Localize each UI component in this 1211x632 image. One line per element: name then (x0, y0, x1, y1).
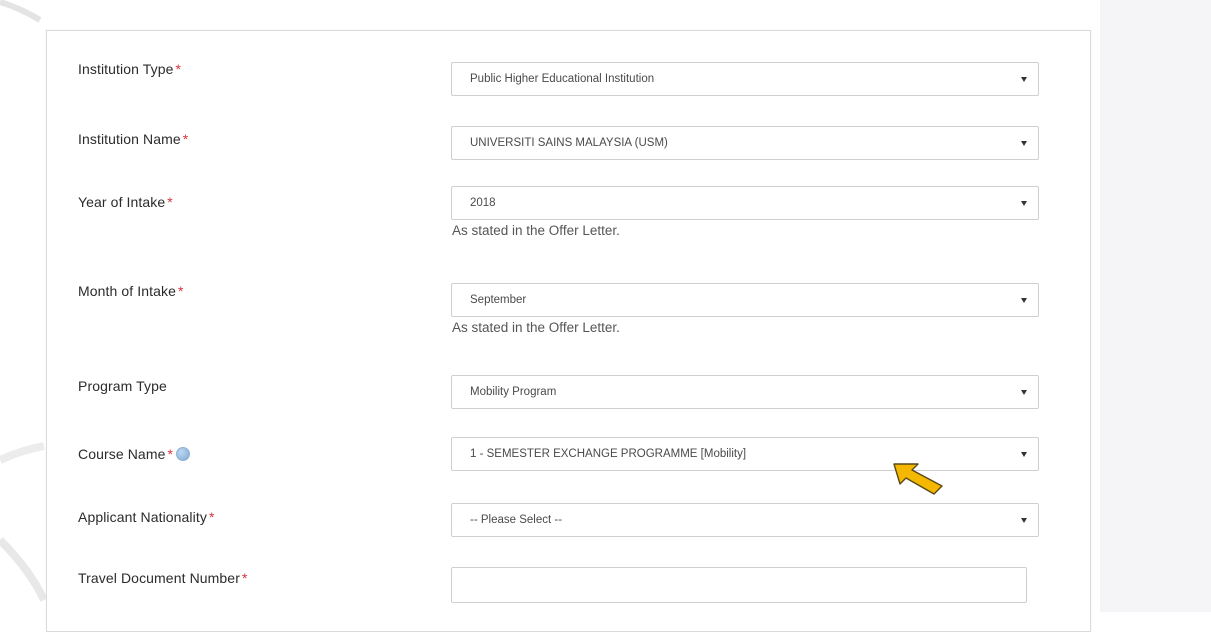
label-text: Program Type (78, 378, 167, 394)
selected-value: September (470, 294, 527, 306)
label-text: Travel Document Number (78, 570, 240, 586)
applicant-nationality-select[interactable]: -- Please Select -- (451, 503, 1039, 537)
program-type-select[interactable]: Mobility Program (451, 375, 1039, 409)
selected-value: 2018 (470, 197, 496, 209)
selected-value: Public Higher Educational Institution (470, 73, 655, 85)
program-type-label: Program Type (78, 378, 167, 394)
selected-value: Mobility Program (470, 386, 557, 398)
month-of-intake-select[interactable]: September (451, 283, 1039, 317)
required-marker: * (175, 61, 182, 77)
institution-name-select[interactable]: UNIVERSITI SAINS MALAYSIA (USM) (451, 126, 1039, 160)
required-marker: * (178, 283, 184, 299)
chevron-down-icon (1021, 518, 1027, 523)
label-text: Applicant Nationality (78, 509, 207, 525)
label-text: Year of Intake (78, 194, 166, 210)
chevron-down-icon (1021, 452, 1027, 457)
required-marker: * (182, 131, 189, 147)
info-icon[interactable] (176, 447, 191, 462)
year-of-intake-select[interactable]: 2018 (451, 186, 1039, 220)
travel-document-number-input[interactable] (451, 567, 1027, 603)
institution-type-label: Institution Type * (78, 61, 181, 77)
chevron-down-icon (1021, 298, 1027, 303)
chevron-down-icon (1021, 141, 1027, 146)
page-side-panel (1100, 0, 1211, 612)
selected-value: -- Please Select -- (470, 514, 563, 526)
required-marker: * (167, 194, 173, 210)
label-text: Course Name (78, 446, 166, 462)
year-of-intake-label: Year of Intake * (78, 194, 173, 210)
year-of-intake-hint: As stated in the Offer Letter. (452, 223, 620, 238)
travel-document-number-label: Travel Document Number * (78, 570, 248, 586)
month-of-intake-hint: As stated in the Offer Letter. (452, 320, 620, 335)
chevron-down-icon (1021, 77, 1027, 82)
required-marker: * (241, 570, 248, 586)
applicant-nationality-label: Applicant Nationality * (78, 509, 215, 525)
selected-value: UNIVERSITI SAINS MALAYSIA (USM) (470, 137, 668, 149)
chevron-down-icon (1021, 390, 1027, 395)
chevron-down-icon (1021, 201, 1027, 206)
selected-value: 1 - SEMESTER EXCHANGE PROGRAMME [Mobilit… (470, 448, 747, 460)
institution-type-select[interactable]: Public Higher Educational Institution (451, 62, 1039, 96)
required-marker: * (208, 509, 215, 525)
course-name-select[interactable]: 1 - SEMESTER EXCHANGE PROGRAMME [Mobilit… (451, 437, 1039, 471)
course-name-label: Course Name * (78, 446, 191, 462)
label-text: Institution Name (78, 131, 181, 147)
label-text: Institution Type (78, 61, 174, 77)
label-text: Month of Intake (78, 283, 177, 299)
arrow-pointer-icon (893, 463, 943, 495)
required-marker: * (167, 446, 174, 462)
month-of-intake-label: Month of Intake * (78, 283, 184, 299)
institution-name-label: Institution Name * (78, 131, 188, 147)
